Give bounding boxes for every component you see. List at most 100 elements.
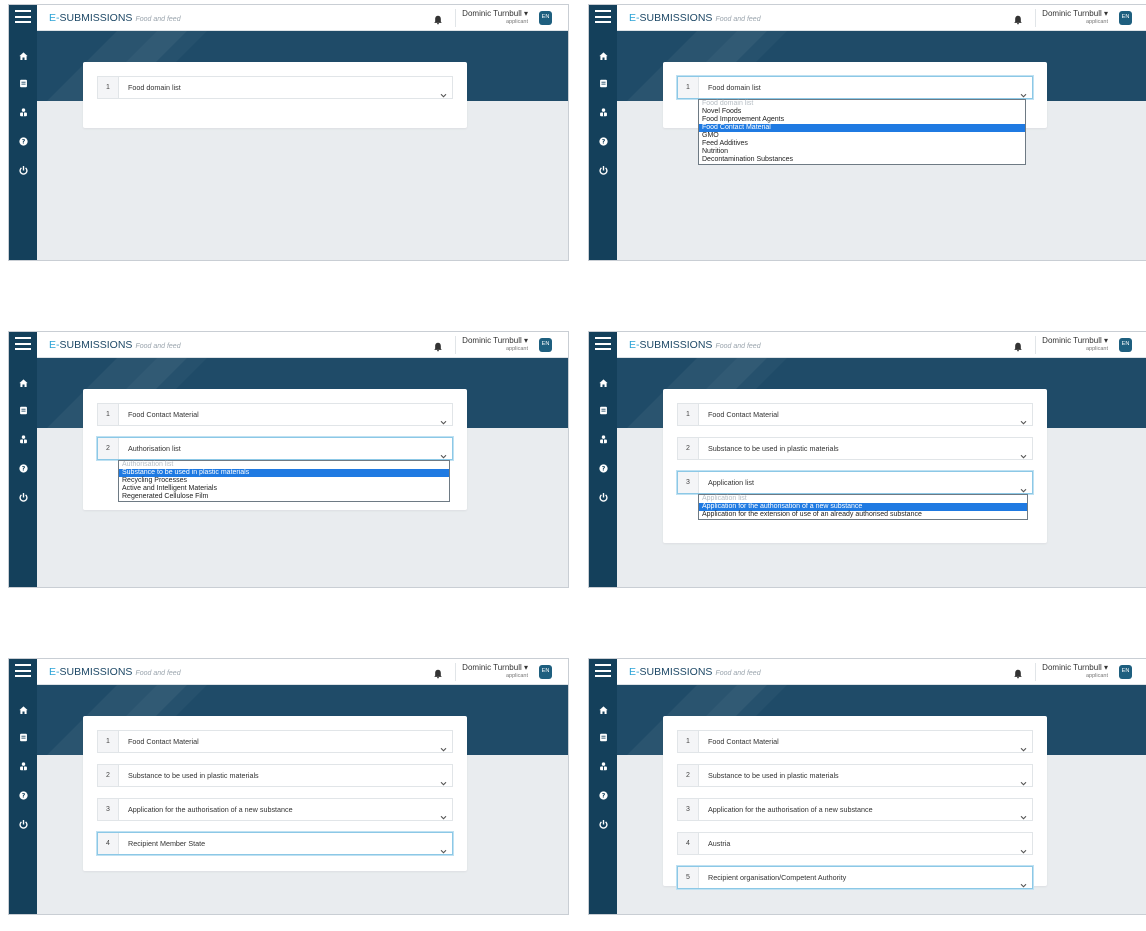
home-nav-item[interactable]	[9, 49, 37, 67]
screenshot-frame: ? E-SUBMISSIONS Food and feed Dominic Turnb…	[8, 658, 569, 915]
list-nav-item[interactable]	[589, 730, 617, 748]
hamburger-menu-icon[interactable]	[15, 664, 31, 677]
app-brand[interactable]: E-SUBMISSIONS Food and feed	[629, 339, 761, 351]
users-nav-item[interactable]	[9, 759, 37, 777]
app-brand[interactable]: E-SUBMISSIONS Food and feed	[49, 12, 181, 24]
hamburger-menu-icon[interactable]	[595, 664, 611, 677]
help-nav-item[interactable]: ?	[9, 134, 37, 152]
help-nav-item[interactable]: ?	[589, 134, 617, 152]
step-4-select[interactable]: 4 Recipient Member State	[97, 832, 453, 855]
hamburger-menu-icon[interactable]	[595, 337, 611, 350]
dropdown-option[interactable]: Application for the extension of use of …	[699, 511, 1027, 519]
dropdown-option[interactable]: Food Contact Material	[699, 124, 1025, 132]
notifications-button[interactable]	[433, 666, 443, 679]
step-2-select[interactable]: 2 Substance to be used in plastic materia…	[677, 764, 1033, 787]
help-nav-item[interactable]: ?	[9, 461, 37, 479]
chevron-down-icon	[1020, 420, 1027, 425]
home-nav-item[interactable]	[9, 376, 37, 394]
select-value: Substance to be used in plastic material…	[708, 771, 839, 780]
logout-nav-item[interactable]	[589, 817, 617, 835]
logout-nav-item[interactable]	[589, 490, 617, 508]
logout-nav-item[interactable]	[589, 163, 617, 181]
notifications-button[interactable]	[1013, 339, 1023, 352]
app-brand[interactable]: E-SUBMISSIONS Food and feed	[629, 12, 761, 24]
help-nav-item[interactable]: ?	[589, 461, 617, 479]
help-nav-item[interactable]: ?	[589, 788, 617, 806]
list-nav-item[interactable]	[9, 730, 37, 748]
notifications-button[interactable]	[433, 12, 443, 25]
svg-text:?: ?	[21, 793, 25, 800]
hamburger-menu-icon[interactable]	[595, 10, 611, 23]
dropdown-option[interactable]: Novel Foods	[699, 108, 1025, 116]
dropdown-option[interactable]: GMO	[699, 132, 1025, 140]
app-brand[interactable]: E-SUBMISSIONS Food and feed	[629, 666, 761, 678]
chevron-down-icon-wrap	[1020, 446, 1027, 459]
hamburger-menu-icon[interactable]	[15, 10, 31, 23]
users-nav-item[interactable]	[9, 432, 37, 450]
users-nav-item[interactable]	[589, 105, 617, 123]
users-nav-item[interactable]	[9, 105, 37, 123]
language-button[interactable]: EN	[1119, 338, 1132, 352]
dropdown-option[interactable]: Feed Additives	[699, 140, 1025, 148]
home-nav-item[interactable]	[589, 49, 617, 67]
dropdown-option[interactable]: Regenerated Cellulose Film	[119, 493, 449, 501]
step-4-select[interactable]: 4 Austria	[677, 832, 1033, 855]
logout-nav-item[interactable]	[9, 817, 37, 835]
app-brand[interactable]: E-SUBMISSIONS Food and feed	[49, 339, 181, 351]
language-button[interactable]: EN	[539, 338, 552, 352]
dropdown-options-list[interactable]: Authorisation list Substance to be used i…	[118, 460, 450, 502]
step-1-select[interactable]: 1 Food Contact Material	[97, 403, 453, 426]
notifications-button[interactable]	[433, 339, 443, 352]
language-button[interactable]: EN	[539, 11, 552, 25]
dropdown-option[interactable]: Decontamination Substances	[699, 156, 1025, 164]
sidebar: ?	[9, 332, 37, 587]
step-1-select[interactable]: 1 Food Contact Material	[677, 730, 1033, 753]
list-nav-item[interactable]	[589, 403, 617, 421]
notifications-button[interactable]	[1013, 12, 1023, 25]
users-nav-item[interactable]	[589, 432, 617, 450]
step-3-select[interactable]: 3 Application list	[677, 471, 1033, 494]
step-1-select[interactable]: 1 Food domain list	[677, 76, 1033, 99]
logout-nav-item[interactable]	[9, 163, 37, 181]
home-nav-item[interactable]	[9, 703, 37, 721]
user-menu[interactable]: Dominic Turnbull ▾ applicant	[1042, 9, 1108, 25]
app-brand[interactable]: E-SUBMISSIONS Food and feed	[49, 666, 181, 678]
users-nav-item[interactable]	[589, 759, 617, 777]
user-menu[interactable]: Dominic Turnbull ▾ applicant	[462, 663, 528, 679]
help-nav-item[interactable]: ?	[9, 788, 37, 806]
notifications-button[interactable]	[1013, 666, 1023, 679]
step-3-select[interactable]: 3 Application for the authorisation of a …	[677, 798, 1033, 821]
step-1-select[interactable]: 1 Food domain list	[97, 76, 453, 99]
help-icon: ?	[18, 791, 28, 800]
dropdown-option[interactable]: Active and Intelligent Materials	[119, 485, 449, 493]
dropdown-options-list[interactable]: Food domain list Novel Foods Food Improvem…	[698, 99, 1026, 165]
user-menu[interactable]: Dominic Turnbull ▾ applicant	[1042, 663, 1108, 679]
step-2-select[interactable]: 2 Authorisation list	[97, 437, 453, 460]
list-nav-item[interactable]	[589, 76, 617, 94]
language-button[interactable]: EN	[1119, 11, 1132, 25]
home-nav-item[interactable]	[589, 376, 617, 394]
step-1-select[interactable]: 1 Food Contact Material	[97, 730, 453, 753]
step-2-select[interactable]: 2 Substance to be used in plastic materia…	[677, 437, 1033, 460]
home-nav-item[interactable]	[589, 703, 617, 721]
dropdown-option[interactable]: Application for the authorisation of a n…	[699, 503, 1027, 511]
hamburger-menu-icon[interactable]	[15, 337, 31, 350]
dropdown-option[interactable]: Nutrition	[699, 148, 1025, 156]
language-button[interactable]: EN	[1119, 665, 1132, 679]
dropdown-options-list[interactable]: Application list Application for the auth…	[698, 494, 1028, 520]
dropdown-option[interactable]: Food Improvement Agents	[699, 116, 1025, 124]
step-2-select[interactable]: 2 Substance to be used in plastic materia…	[97, 764, 453, 787]
user-menu[interactable]: Dominic Turnbull ▾ applicant	[462, 336, 528, 352]
logout-nav-item[interactable]	[9, 490, 37, 508]
step-1-select[interactable]: 1 Food Contact Material	[677, 403, 1033, 426]
list-nav-item[interactable]	[9, 403, 37, 421]
dropdown-option[interactable]: Recycling Processes	[119, 477, 449, 485]
user-menu[interactable]: Dominic Turnbull ▾ applicant	[462, 9, 528, 25]
step-5-select[interactable]: 5 Recipient organisation/Competent Author…	[677, 866, 1033, 889]
dropdown-option[interactable]: Substance to be used in plastic material…	[119, 469, 449, 477]
language-button[interactable]: EN	[539, 665, 552, 679]
brand-prefix: E-	[629, 339, 640, 351]
user-menu[interactable]: Dominic Turnbull ▾ applicant	[1042, 336, 1108, 352]
list-nav-item[interactable]	[9, 76, 37, 94]
step-3-select[interactable]: 3 Application for the authorisation of a …	[97, 798, 453, 821]
